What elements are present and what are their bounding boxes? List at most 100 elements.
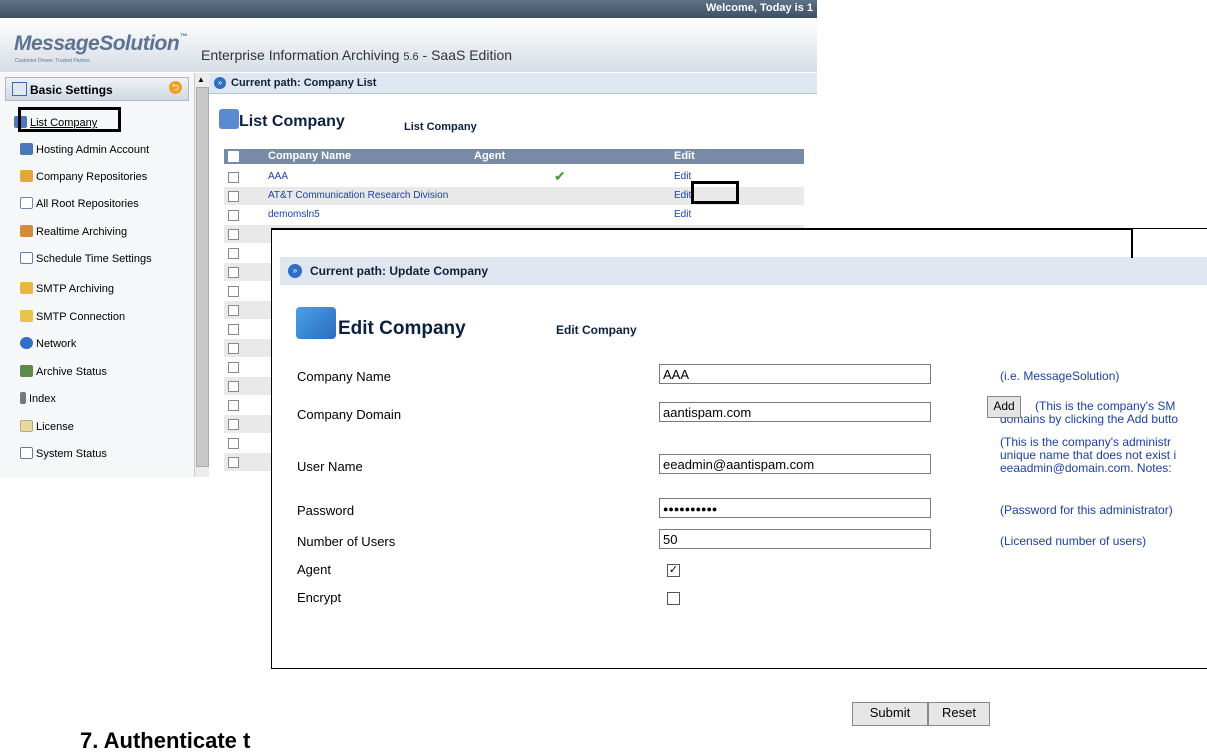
row-checkbox[interactable] [228, 248, 239, 259]
edit-link[interactable]: Edit [674, 171, 691, 182]
table-header: Company Name Agent Edit [224, 149, 804, 164]
scroll-up-icon[interactable]: ▲ [197, 75, 205, 84]
row-checkbox[interactable] [228, 419, 239, 430]
row-checkbox[interactable] [228, 438, 239, 449]
sidebar-header[interactable]: Basic Settings ⮌ [5, 77, 189, 101]
user-name-field[interactable]: eeadmin@aantispam.com [659, 454, 931, 474]
highlight-box-edit [691, 181, 739, 204]
sidebar-item-company-repositories[interactable]: Company Repositories [20, 170, 147, 183]
edit-form: Company Name AAA (i.e. MessageSolution) … [280, 353, 1207, 668]
edit-company-dialog: » Current path: Update Company Edit Comp… [271, 228, 1207, 669]
sidebar-item-smtp-connection[interactable]: SMTP Connection [20, 310, 125, 323]
dialog-frame-top [271, 228, 1133, 230]
sidebar-item-label: SMTP Archiving [36, 283, 115, 295]
company-name-link[interactable]: AAA [268, 171, 288, 182]
user-name-label: User Name [297, 459, 363, 474]
page-title-text: List Company [239, 113, 345, 130]
row-checkbox[interactable] [228, 381, 239, 392]
current-path: Current path: Company List [231, 77, 377, 89]
row-checkbox[interactable] [228, 267, 239, 278]
select-all-checkbox[interactable] [228, 151, 239, 162]
sidebar: Basic Settings ⮌ List Company Hosting Ad… [0, 73, 195, 477]
sidebar-item-label: All Root Repositories [36, 198, 139, 210]
row-checkbox[interactable] [228, 343, 239, 354]
agent-check-icon: ✔ [554, 168, 566, 184]
app-title: Enterprise Information Archiving 5.6 - S… [201, 47, 512, 63]
company-name-link[interactable]: demomsln5 [268, 209, 320, 220]
row-checkbox[interactable] [228, 172, 239, 183]
sidebar-item-label: System Status [36, 448, 107, 460]
company-edit-icon [296, 307, 336, 339]
encrypt-checkbox[interactable] [667, 592, 680, 605]
row-checkbox[interactable] [228, 210, 239, 221]
sidebar-item-label: SMTP Connection [36, 311, 126, 323]
col-company-name[interactable]: Company Name [268, 150, 351, 162]
row-checkbox[interactable] [228, 400, 239, 411]
company-icon [219, 109, 239, 129]
settings-icon [12, 82, 27, 96]
repository-icon [20, 170, 33, 182]
sidebar-scrollbar[interactable]: ▲ [194, 73, 209, 477]
sidebar-item-label: Company Repositories [36, 171, 148, 183]
app-title-suffix: - SaaS Edition [418, 47, 513, 63]
logo: MessageSolution™ [14, 32, 187, 56]
company-domain-field[interactable]: aantispam.com [659, 402, 931, 422]
row-checkbox[interactable] [228, 305, 239, 316]
sidebar-item-root-repositories[interactable]: All Root Repositories [20, 197, 139, 210]
user-name-hint-3: eeaadmin@domain.com. Notes: [1000, 461, 1172, 475]
number-of-users-field[interactable]: 50 [659, 529, 931, 549]
agent-label: Agent [297, 562, 331, 577]
license-icon [20, 420, 33, 432]
submit-button[interactable]: Submit [852, 702, 928, 726]
path-bar: » Current path: Update Company [280, 257, 1207, 285]
sidebar-item-schedule[interactable]: Schedule Time Settings [20, 252, 152, 265]
col-agent[interactable]: Agent [474, 150, 505, 162]
admin-icon [20, 143, 33, 155]
password-label: Password [297, 503, 355, 518]
agent-checkbox[interactable]: ✓ [667, 564, 680, 577]
sidebar-item-network[interactable]: Network [20, 337, 76, 350]
sidebar-item-archive-status[interactable]: Archive Status [20, 365, 107, 378]
sidebar-item-label: Hosting Admin Account [36, 144, 150, 156]
company-name-hint: (i.e. MessageSolution) [1000, 369, 1120, 383]
row-checkbox[interactable] [228, 324, 239, 335]
number-of-users-hint: (Licensed number of users) [1000, 534, 1147, 548]
page-subtitle: List Company [404, 121, 477, 133]
password-field[interactable]: ●●●●●●●●●● [659, 498, 931, 518]
company-name-label: Company Name [297, 369, 391, 384]
edit-link[interactable]: Edit [674, 209, 691, 220]
encrypt-label: Encrypt [297, 590, 342, 605]
edit-link[interactable]: Edit [674, 190, 691, 201]
top-bar: Welcome, Today is 1 [0, 0, 817, 18]
logo-text: MessageSolution [14, 32, 180, 55]
sidebar-item-label: Network [36, 338, 77, 350]
smtp-icon [20, 282, 33, 294]
collapse-icon[interactable]: ⮌ [169, 81, 182, 94]
monitor-icon [20, 447, 33, 459]
row-checkbox[interactable] [228, 457, 239, 468]
row-checkbox[interactable] [228, 229, 239, 240]
row-checkbox[interactable] [228, 286, 239, 297]
sidebar-item-index[interactable]: Index [20, 392, 56, 405]
sidebar-item-system-status[interactable]: System Status [20, 447, 107, 460]
archive-icon [20, 225, 33, 237]
sidebar-item-smtp-archiving[interactable]: SMTP Archiving [20, 282, 114, 295]
app-title-main: Enterprise Information Archiving [201, 47, 404, 63]
document-heading: 7. Authenticate t [80, 728, 251, 753]
sidebar-item-realtime-archiving[interactable]: Realtime Archiving [20, 225, 127, 238]
row-checkbox[interactable] [228, 362, 239, 373]
sidebar-item-hosting-admin[interactable]: Hosting Admin Account [20, 143, 149, 156]
row-checkbox[interactable] [228, 191, 239, 202]
reset-button[interactable]: Reset [928, 702, 990, 726]
sidebar-item-label: Archive Status [36, 366, 107, 378]
scroll-thumb[interactable] [196, 87, 209, 467]
table-row: demomsln5 Edit [224, 206, 804, 224]
add-domain-button[interactable]: Add [987, 396, 1021, 418]
sidebar-item-license[interactable]: License [20, 420, 74, 433]
index-icon [20, 392, 26, 404]
dialog-frame-right [1131, 228, 1133, 258]
sidebar-item-label: Realtime Archiving [36, 226, 128, 238]
company-name-field[interactable]: AAA [659, 364, 931, 384]
dialog-title: Edit Company [338, 318, 466, 339]
company-name-link[interactable]: AT&T Communication Research Division [268, 190, 448, 201]
